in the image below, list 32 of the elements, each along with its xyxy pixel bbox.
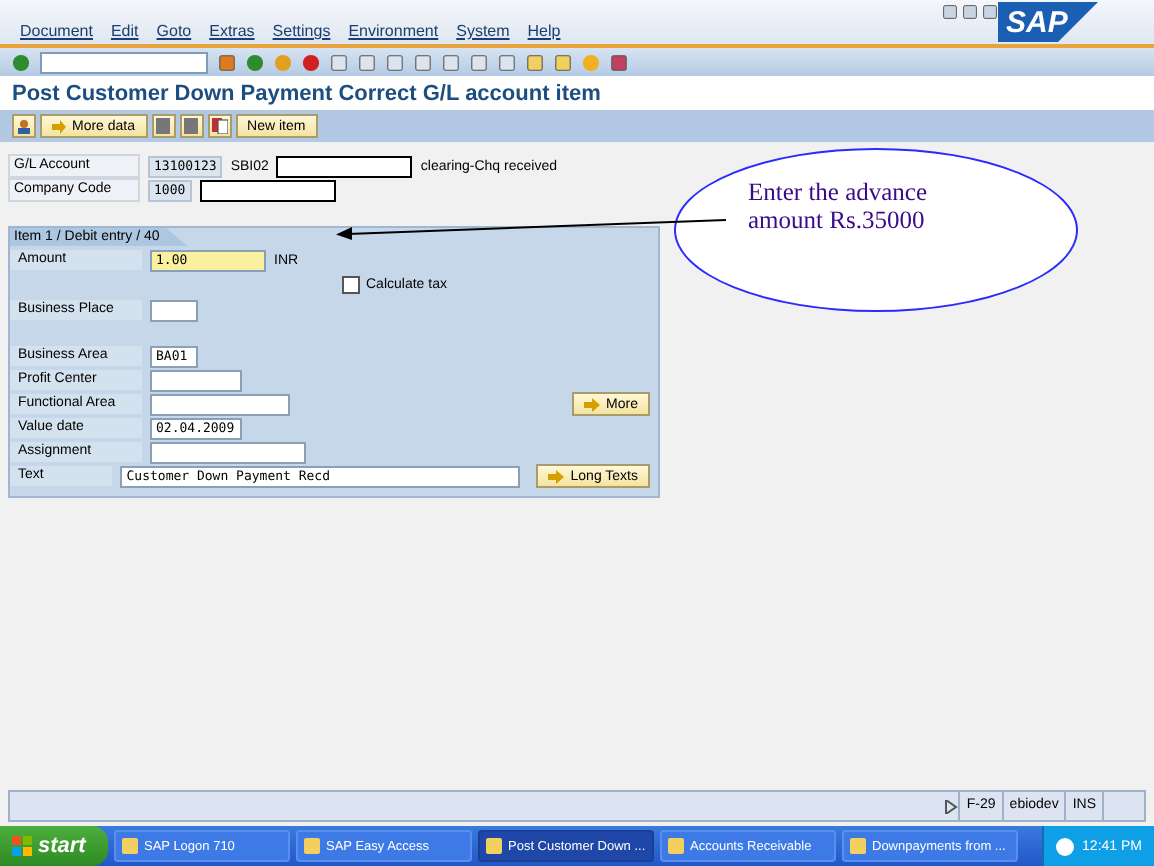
menu-item[interactable]: Document (20, 22, 93, 40)
menu-item[interactable]: System (456, 22, 510, 40)
menu-item[interactable]: Settings (272, 22, 331, 40)
copy-icon[interactable] (207, 114, 232, 138)
menu-item[interactable]: Environment (348, 22, 439, 40)
app-icon (850, 838, 866, 854)
arrow-icon (548, 469, 565, 483)
person-button[interactable] (12, 114, 36, 138)
app-icon (122, 838, 138, 854)
menu-item[interactable]: Edit (110, 22, 139, 40)
input-field[interactable] (150, 299, 198, 321)
menu-item[interactable]: Extras (209, 22, 255, 40)
input-field[interactable] (150, 369, 242, 391)
menu-item[interactable]: Goto (156, 22, 192, 40)
app-icon (486, 838, 502, 854)
app-icon (668, 838, 684, 854)
person-icon (16, 118, 32, 134)
checkbox[interactable] (342, 275, 360, 293)
arrow-icon (584, 397, 601, 411)
redacted-field (276, 155, 413, 177)
page-title: Post Customer Down Payment Correct G/L account item (12, 81, 601, 105)
app-icon (304, 838, 320, 854)
input-field[interactable] (150, 441, 306, 463)
menu-item[interactable]: Help (527, 22, 561, 40)
callout-text: Enter the advance amount Rs.35000 (748, 178, 930, 234)
command-field[interactable] (40, 51, 208, 73)
windows-logo-icon (12, 836, 32, 856)
redacted-field (199, 179, 336, 201)
arrow-icon (52, 119, 66, 133)
input-field[interactable] (150, 393, 290, 415)
sap-logo: SAP (998, 2, 1098, 42)
play-icon[interactable] (944, 799, 959, 813)
